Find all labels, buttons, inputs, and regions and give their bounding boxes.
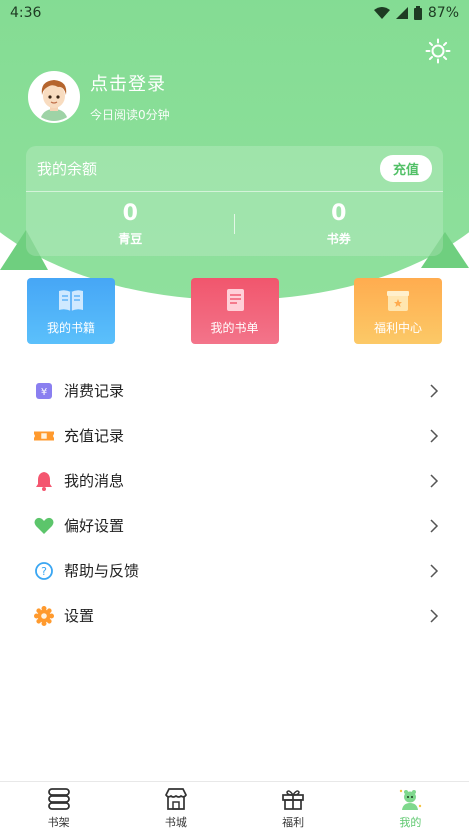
tab-bookstore[interactable]: 书城 — [117, 782, 234, 834]
ticket-icon — [34, 426, 54, 446]
tab-mine[interactable]: 我的 — [352, 782, 469, 834]
theme-toggle-sun-icon[interactable] — [425, 38, 451, 64]
today-reading-time: 今日阅读0分钟 — [90, 108, 170, 122]
heart-icon — [34, 516, 54, 536]
menu-label: 设置 — [64, 607, 95, 625]
menu-item-help-feedback[interactable]: ? 帮助与反馈 — [0, 548, 469, 593]
book-icon — [59, 289, 83, 311]
menu-item-settings[interactable]: 设置 — [0, 593, 469, 638]
balance-value: 0 — [331, 201, 347, 226]
tile-label: 我的书单 — [210, 320, 259, 335]
tile-welfare-center[interactable]: 福利中心 — [354, 278, 442, 344]
gear-icon — [34, 605, 54, 626]
tile-my-booklist[interactable]: 我的书单 — [190, 278, 279, 344]
battery-percent: 87% — [427, 5, 459, 21]
balance-divider — [234, 214, 235, 234]
menu-label: 偏好设置 — [64, 517, 125, 535]
signal-icon — [395, 7, 408, 19]
gift-icon — [282, 789, 304, 810]
battery-icon — [413, 6, 422, 20]
chevron-right-icon — [430, 608, 439, 623]
quick-tiles: 我的书籍 我的书单 福利中心 — [27, 278, 442, 344]
menu-label: 帮助与反馈 — [64, 562, 140, 580]
balance-label: 青豆 — [118, 232, 143, 246]
wifi-icon — [373, 7, 390, 19]
menu-item-consumption-record[interactable]: ¥ 消费记录 — [0, 368, 469, 413]
tab-label: 我的 — [399, 815, 422, 829]
chevron-right-icon — [430, 518, 439, 533]
balance-qingdou[interactable]: 0 青豆 — [26, 201, 235, 247]
recharge-button[interactable]: 充值 — [379, 155, 432, 182]
avatar-boy-icon — [30, 72, 78, 121]
tab-label: 书城 — [164, 815, 187, 829]
tab-label: 书架 — [47, 815, 70, 829]
bell-icon — [34, 471, 54, 491]
tab-bookshelf[interactable]: 书架 — [0, 782, 117, 834]
tab-welfare[interactable]: 福利 — [235, 782, 352, 834]
chevron-right-icon — [430, 383, 439, 398]
menu-item-preferences[interactable]: 偏好设置 — [0, 503, 469, 548]
balance-value: 0 — [122, 201, 138, 226]
login-prompt[interactable]: 点击登录 — [90, 70, 170, 96]
balance-card: 我的余额 充值 0 青豆 0 书券 — [26, 146, 443, 256]
gift-box-icon — [387, 290, 409, 311]
svg-text:¥: ¥ — [41, 387, 47, 398]
bookstore-icon — [164, 787, 187, 810]
balance-label: 书券 — [326, 232, 351, 246]
balance-shuquan[interactable]: 0 书券 — [235, 201, 444, 247]
menu-item-recharge-record[interactable]: 充值记录 — [0, 413, 469, 458]
svg-text:?: ? — [41, 565, 47, 578]
chevron-right-icon — [430, 473, 439, 488]
avatar[interactable] — [28, 70, 80, 123]
bookshelf-icon — [47, 787, 70, 810]
menu-list: ¥ 消费记录 充值记录 我的消息 偏好设置 ? 帮助与反馈 设置 — [0, 368, 469, 638]
tile-label: 福利中心 — [373, 320, 422, 335]
bottom-nav: 书架 书城 福利 我的 — [0, 781, 469, 834]
booklist-icon — [226, 288, 244, 311]
status-time: 4:36 — [10, 5, 42, 21]
menu-label: 消费记录 — [64, 382, 125, 400]
menu-label: 充值记录 — [64, 427, 125, 445]
balance-title: 我的余额 — [37, 160, 98, 178]
tile-my-books[interactable]: 我的书籍 — [27, 278, 115, 344]
menu-item-my-messages[interactable]: 我的消息 — [0, 458, 469, 503]
login-area[interactable]: 点击登录 今日阅读0分钟 — [28, 70, 170, 123]
chevron-right-icon — [430, 428, 439, 443]
profile-mascot-icon — [400, 789, 422, 810]
tile-label: 我的书籍 — [46, 320, 95, 335]
status-bar: 4:36 87% — [0, 0, 469, 26]
chevron-right-icon — [430, 563, 439, 578]
help-icon: ? — [34, 561, 54, 581]
tab-label: 福利 — [282, 815, 305, 829]
menu-label: 我的消息 — [64, 472, 125, 490]
yuan-record-icon: ¥ — [34, 381, 54, 401]
